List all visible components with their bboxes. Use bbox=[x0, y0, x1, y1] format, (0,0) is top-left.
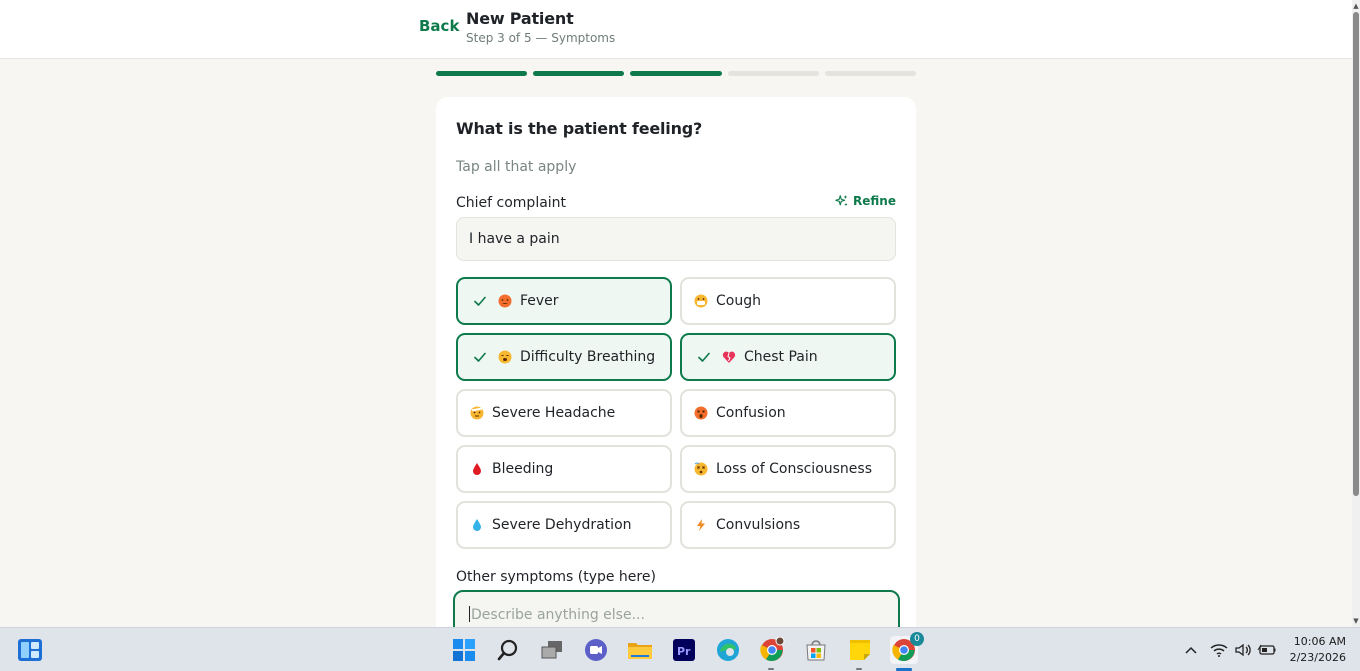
clock-time: 10:06 AM bbox=[1293, 635, 1346, 648]
windows-taskbar: Pr 0 10:06 AM 2/23/2026 bbox=[0, 627, 1360, 671]
exhaling-face-icon bbox=[498, 350, 512, 364]
edge-icon[interactable] bbox=[714, 636, 742, 664]
chrome-active-icon[interactable]: 0 bbox=[890, 632, 924, 664]
symptom-label: Loss of Consciousness bbox=[716, 461, 873, 477]
search-icon[interactable] bbox=[494, 636, 522, 664]
symptom-chip[interactable]: Fever bbox=[456, 277, 672, 325]
symptom-chip[interactable]: Severe Dehydration bbox=[456, 501, 672, 549]
running-indicator bbox=[768, 668, 774, 670]
broken-heart-icon bbox=[722, 350, 736, 364]
symptom-chip[interactable]: Difficulty Breathing bbox=[456, 333, 672, 381]
chief-complaint-input[interactable]: I have a pain bbox=[456, 217, 896, 261]
sticky-notes-icon[interactable] bbox=[846, 636, 874, 664]
wifi-icon[interactable] bbox=[1208, 636, 1230, 664]
progress-segment bbox=[824, 71, 917, 76]
mask-face-icon bbox=[694, 294, 708, 308]
progress-segment bbox=[533, 71, 625, 76]
running-indicator bbox=[856, 668, 862, 670]
step-indicator: Step 3 of 5 — Symptoms bbox=[466, 31, 616, 45]
symptom-label: Bleeding bbox=[492, 461, 554, 477]
symptom-chip[interactable]: Cough bbox=[680, 277, 896, 325]
symptom-label: Convulsions bbox=[716, 517, 801, 533]
vertical-scrollbar[interactable]: ▲ ▼ bbox=[1352, 0, 1360, 627]
lightning-icon bbox=[694, 518, 708, 532]
symptom-chip[interactable]: Loss of Consciousness bbox=[680, 445, 896, 493]
widgets-icon[interactable] bbox=[16, 636, 44, 664]
symptom-grid: Fever Cough Difficulty Breathing Chest Pain… bbox=[456, 277, 896, 549]
app-header: Back New Patient Step 3 of 5 — Symptoms bbox=[0, 0, 1352, 59]
symptom-label: Chest Pain bbox=[744, 349, 818, 365]
start-icon[interactable] bbox=[450, 636, 478, 664]
task-view-icon[interactable] bbox=[538, 636, 566, 664]
blood-drop-icon bbox=[470, 462, 484, 476]
chevron-up-icon[interactable] bbox=[1180, 636, 1202, 664]
astonished-face-icon bbox=[694, 406, 708, 420]
symptom-chip[interactable]: Severe Headache bbox=[456, 389, 672, 437]
scroll-down-arrow-icon[interactable]: ▼ bbox=[1352, 617, 1360, 625]
symptom-chip[interactable]: Confusion bbox=[680, 389, 896, 437]
system-clock[interactable]: 10:06 AM 2/23/2026 bbox=[1290, 634, 1346, 666]
premiere-pro-icon[interactable]: Pr bbox=[670, 636, 698, 664]
symptoms-card: What is the patient feeling? Tap all tha… bbox=[436, 97, 916, 657]
symptom-chip[interactable]: Bleeding bbox=[456, 445, 672, 493]
symptom-label: Severe Dehydration bbox=[492, 517, 632, 533]
hot-face-icon bbox=[498, 294, 512, 308]
chrome-icon[interactable] bbox=[758, 636, 786, 664]
checkmark-icon bbox=[472, 349, 488, 365]
checkmark-icon bbox=[472, 293, 488, 309]
page-title: New Patient bbox=[466, 9, 574, 28]
refine-label: Refine bbox=[853, 194, 896, 208]
store-icon[interactable] bbox=[802, 636, 830, 664]
other-symptoms-label: Other symptoms (type here) bbox=[456, 569, 656, 585]
water-drop-icon bbox=[470, 518, 484, 532]
symptom-chip[interactable]: Convulsions bbox=[680, 501, 896, 549]
symptom-chip[interactable]: Chest Pain bbox=[680, 333, 896, 381]
volume-icon[interactable] bbox=[1232, 636, 1254, 664]
progress-segment bbox=[436, 71, 528, 76]
scroll-up-arrow-icon[interactable]: ▲ bbox=[1352, 2, 1360, 10]
symptom-label: Difficulty Breathing bbox=[520, 349, 656, 365]
refine-button[interactable]: Refine bbox=[835, 194, 896, 208]
file-explorer-icon[interactable] bbox=[626, 636, 654, 664]
chrome-badge: 0 bbox=[910, 632, 924, 646]
symptom-label: Severe Headache bbox=[492, 405, 616, 421]
progress-segment bbox=[727, 71, 819, 76]
back-button[interactable]: Back bbox=[419, 17, 459, 35]
dizzy-face-icon bbox=[694, 462, 708, 476]
svg-text:Pr: Pr bbox=[677, 645, 691, 658]
question-heading: What is the patient feeling? bbox=[456, 119, 703, 138]
question-subtitle: Tap all that apply bbox=[456, 159, 577, 175]
chief-complaint-label: Chief complaint bbox=[456, 195, 567, 211]
bandage-face-icon bbox=[470, 406, 484, 420]
symptom-label: Fever bbox=[520, 293, 559, 309]
clock-date: 2/23/2026 bbox=[1289, 651, 1346, 664]
other-symptoms-placeholder: Describe anything else... bbox=[471, 607, 645, 623]
teams-chat-icon[interactable] bbox=[582, 636, 610, 664]
checkmark-icon bbox=[696, 349, 712, 365]
text-caret bbox=[469, 606, 470, 622]
step-progress-bar bbox=[436, 71, 917, 77]
battery-icon[interactable] bbox=[1256, 636, 1278, 664]
symptom-label: Cough bbox=[716, 293, 761, 309]
chief-complaint-value: I have a pain bbox=[469, 231, 560, 247]
progress-segment bbox=[630, 71, 722, 76]
scroll-thumb[interactable] bbox=[1353, 12, 1359, 496]
sparkle-icon bbox=[835, 194, 848, 207]
symptom-label: Confusion bbox=[716, 405, 786, 421]
title-block: New Patient Step 3 of 5 — Symptoms bbox=[466, 9, 615, 45]
